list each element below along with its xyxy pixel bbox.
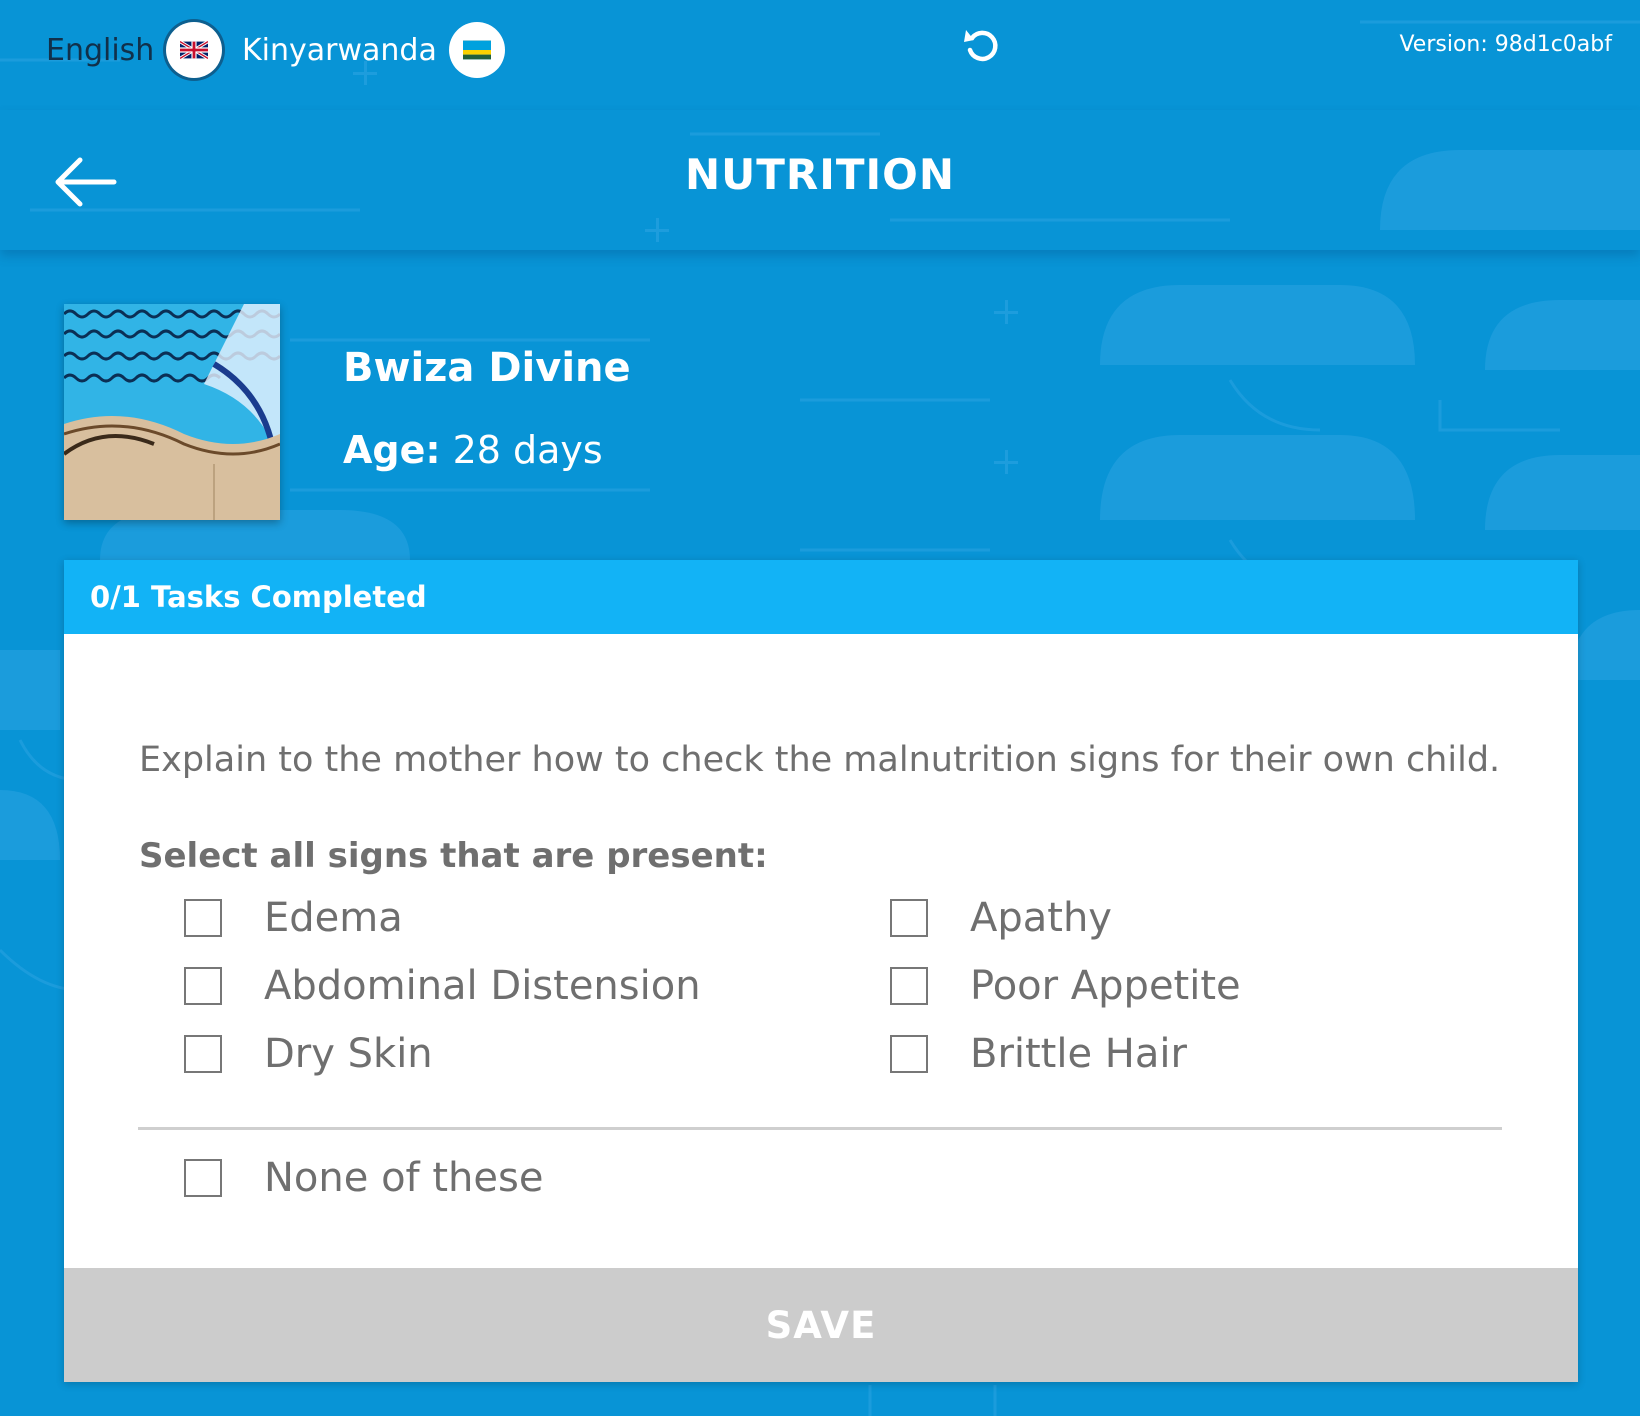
instruction-text: Explain to the mother how to check the m… (139, 740, 1501, 780)
checkbox[interactable] (890, 899, 928, 937)
save-label: SAVE (765, 1303, 877, 1347)
patient-name: Bwiza Divine (343, 345, 631, 391)
question-label: Select all signs that are present: (139, 836, 768, 876)
tasks-status-label: 0/1 Tasks Completed (90, 580, 427, 614)
age-label: Age: (343, 428, 441, 472)
top-bar: English Kinyarwanda Version: 98d1c0abf (0, 0, 1640, 110)
uk-flag-icon (166, 22, 223, 78)
language-english-button[interactable]: English (46, 22, 223, 78)
option-poor-appetite[interactable]: Poor Appetite (890, 963, 1241, 1009)
checkbox[interactable] (890, 1035, 928, 1073)
patient-photo (64, 304, 280, 520)
option-brittle-hair[interactable]: Brittle Hair (890, 1031, 1187, 1077)
checkbox[interactable] (184, 1035, 222, 1073)
rwanda-flag-icon (448, 22, 505, 78)
tasks-status-bar: 0/1 Tasks Completed (64, 560, 1578, 634)
option-none-of-these[interactable]: None of these (184, 1155, 543, 1201)
option-label: Poor Appetite (970, 963, 1241, 1009)
option-dry-skin[interactable]: Dry Skin (184, 1031, 433, 1077)
option-apathy[interactable]: Apathy (890, 895, 1112, 941)
checkbox[interactable] (184, 1159, 222, 1197)
checkbox[interactable] (184, 899, 222, 937)
option-label: None of these (264, 1155, 544, 1201)
language-kinyarwanda-button[interactable]: Kinyarwanda (242, 22, 505, 78)
option-label: Abdominal Distension (264, 963, 701, 1009)
save-button[interactable]: SAVE (64, 1268, 1578, 1382)
option-abdominal-distension[interactable]: Abdominal Distension (184, 963, 701, 1009)
checkbox[interactable] (890, 967, 928, 1005)
reload-icon[interactable] (962, 26, 1000, 64)
patient-age: Age: 28 days (343, 428, 603, 472)
option-label: Dry Skin (264, 1031, 433, 1077)
task-card: 0/1 Tasks Completed Explain to the mothe… (64, 560, 1578, 1382)
version-label: Version: 98d1c0abf (1399, 32, 1612, 57)
page-title: NUTRITION (684, 150, 955, 199)
age-value: 28 days (452, 428, 603, 472)
page-header: NUTRITION (0, 110, 1640, 250)
language-english-label: English (46, 32, 155, 68)
option-label: Apathy (970, 895, 1112, 941)
option-label: Edema (264, 895, 403, 941)
checkbox[interactable] (184, 967, 222, 1005)
options-divider (138, 1127, 1502, 1130)
language-kinyarwanda-label: Kinyarwanda (242, 32, 437, 68)
option-label: Brittle Hair (970, 1031, 1187, 1077)
option-edema[interactable]: Edema (184, 895, 403, 941)
